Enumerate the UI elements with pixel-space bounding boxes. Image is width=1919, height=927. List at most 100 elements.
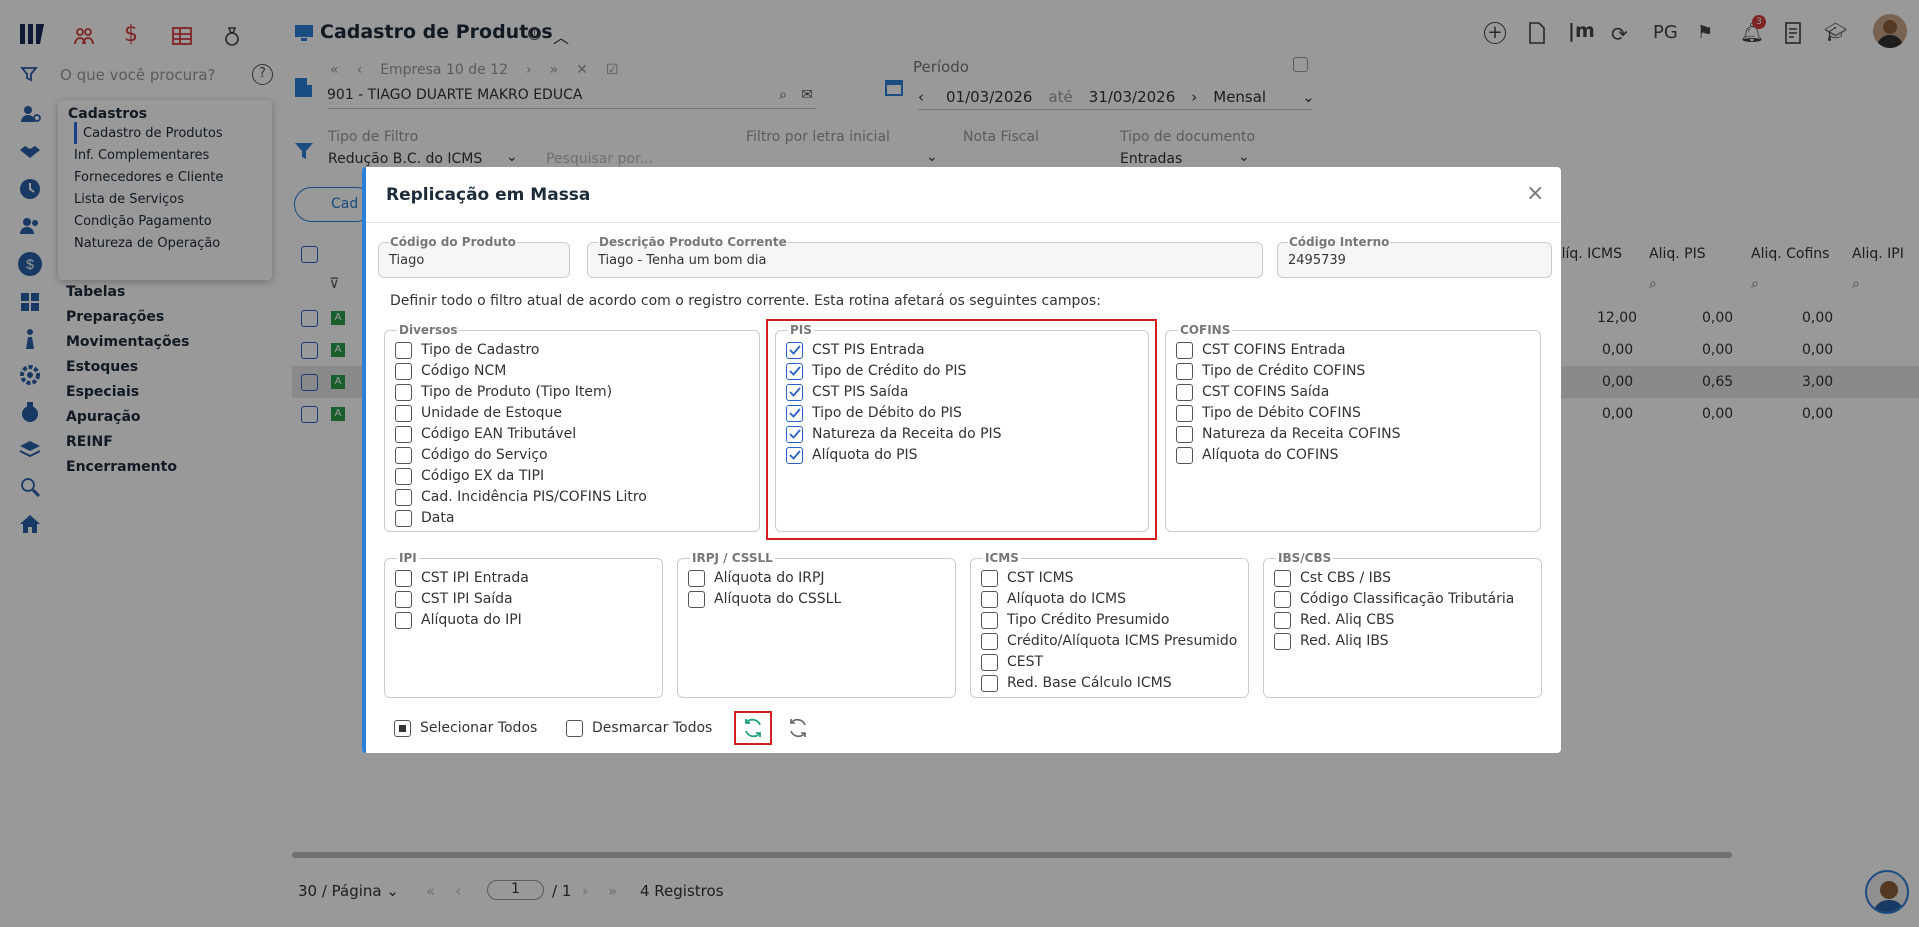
- checkbox-box[interactable]: [395, 383, 412, 401]
- checkbox-box[interactable]: [395, 509, 412, 527]
- checkbox-codigo-ncm[interactable]: Código NCM: [395, 361, 506, 381]
- codigo-produto-field[interactable]: Código do Produto Tiago: [378, 235, 570, 278]
- checkbox-codigo-servico[interactable]: Código do Serviço: [395, 445, 548, 465]
- checkbox-red-aliq-cbs[interactable]: Red. Aliq CBS: [1274, 610, 1394, 630]
- checkbox-box[interactable]: [1274, 569, 1291, 587]
- checkbox-aliquota-icms[interactable]: Alíquota do ICMS: [981, 589, 1126, 609]
- checkbox-box[interactable]: [395, 488, 412, 506]
- checkbox-cst-ipi-saida[interactable]: CST IPI Saída: [395, 589, 513, 609]
- checkbox-box[interactable]: [1176, 425, 1193, 443]
- close-icon[interactable]: ×: [1526, 181, 1544, 206]
- unselect-all-icon[interactable]: [566, 719, 583, 737]
- checkbox-box[interactable]: [688, 590, 705, 608]
- checkbox-natureza-receita-cofins[interactable]: Natureza da Receita COFINS: [1176, 424, 1401, 444]
- checkbox-tipo-credito-cofins[interactable]: Tipo de Crédito COFINS: [1176, 361, 1365, 381]
- checkbox-codigo-ean[interactable]: Código EAN Tributável: [395, 424, 576, 444]
- checkbox-cst-icms[interactable]: CST ICMS: [981, 568, 1074, 588]
- checkbox-cad-incidencia[interactable]: Cad. Incidência PIS/COFINS Litro: [395, 487, 647, 507]
- checkbox-tipo-produto[interactable]: Tipo de Produto (Tipo Item): [395, 382, 612, 402]
- checkbox-box[interactable]: [395, 446, 412, 464]
- checkbox-box[interactable]: [981, 569, 998, 587]
- codigo-produto-value: Tiago: [389, 253, 425, 268]
- codigo-interno-value: 2495739: [1288, 253, 1346, 268]
- checkbox-box[interactable]: [1176, 446, 1193, 464]
- checkbox-box[interactable]: [786, 446, 803, 464]
- checkbox-box[interactable]: [395, 425, 412, 443]
- checkbox-box[interactable]: [981, 590, 998, 608]
- checkbox-box[interactable]: [395, 404, 412, 422]
- checkbox-label: Cad. Incidência PIS/COFINS Litro: [421, 489, 647, 505]
- replicate-button[interactable]: [734, 711, 772, 745]
- checkbox-box[interactable]: [688, 569, 705, 587]
- select-all-icon[interactable]: [394, 719, 411, 737]
- checkbox-box[interactable]: [1176, 341, 1193, 359]
- checkbox-box[interactable]: [786, 404, 803, 422]
- checkbox-cst-cofins-entrada[interactable]: CST COFINS Entrada: [1176, 340, 1345, 360]
- checkbox-box[interactable]: [1274, 611, 1291, 629]
- checkbox-credito-aliquota-presumido[interactable]: Crédito/Alíquota ICMS Presumido: [981, 631, 1237, 651]
- descricao-produto-label: Descrição Produto Corrente: [598, 235, 788, 249]
- checkbox-cst-pis-entrada[interactable]: CST PIS Entrada: [786, 340, 925, 360]
- checkbox-box[interactable]: [395, 611, 412, 629]
- checkbox-aliquota-pis[interactable]: Alíquota do PIS: [786, 445, 918, 465]
- checkbox-box[interactable]: [395, 362, 412, 380]
- checkbox-tipo-credito-pis[interactable]: Tipo de Crédito do PIS: [786, 361, 966, 381]
- checkbox-tipo-cadastro[interactable]: Tipo de Cadastro: [395, 340, 539, 360]
- checkbox-codigo-ex-tipi[interactable]: Código EX da TIPI: [395, 466, 544, 486]
- checkbox-label: Código NCM: [421, 363, 507, 379]
- checkbox-aliquota-irpj[interactable]: Alíquota do IRPJ: [688, 568, 825, 588]
- checkbox-unidade-estoque[interactable]: Unidade de Estoque: [395, 403, 562, 423]
- checkbox-cest[interactable]: CEST: [981, 652, 1043, 672]
- checkbox-box[interactable]: [395, 569, 412, 587]
- checkbox-label: Data: [421, 510, 455, 526]
- checkbox-box[interactable]: [786, 341, 803, 359]
- unselect-all-button[interactable]: Desmarcar Todos: [566, 718, 712, 738]
- checkbox-label: Red. Aliq IBS: [1300, 633, 1389, 649]
- group-cofins: COFINS CST COFINS Entrada Tipo de Crédit…: [1165, 323, 1541, 532]
- checkbox-label: Crédito/Alíquota ICMS Presumido: [1007, 633, 1238, 649]
- checkbox-cst-pis-saida[interactable]: CST PIS Saída: [786, 382, 908, 402]
- group-icms: ICMS CST ICMS Alíquota do ICMS Tipo Créd…: [970, 551, 1249, 698]
- replicacao-modal: Replicação em Massa × Código do Produto …: [362, 167, 1561, 753]
- checkbox-box[interactable]: [395, 467, 412, 485]
- checkbox-tipo-debito-cofins[interactable]: Tipo de Débito COFINS: [1176, 403, 1361, 423]
- descricao-produto-field[interactable]: Descrição Produto Corrente Tiago - Tenha…: [587, 235, 1263, 278]
- checkbox-cst-ipi-entrada[interactable]: CST IPI Entrada: [395, 568, 529, 588]
- checkbox-red-aliq-ibs[interactable]: Red. Aliq IBS: [1274, 631, 1389, 651]
- checkbox-box[interactable]: [1176, 362, 1193, 380]
- reset-button[interactable]: [787, 717, 809, 739]
- checkbox-tipo-credito-presumido[interactable]: Tipo Crédito Presumido: [981, 610, 1169, 630]
- checkbox-label: CST IPI Entrada: [421, 570, 529, 586]
- checkbox-red-base-calculo-icms[interactable]: Red. Base Cálculo ICMS: [981, 673, 1172, 693]
- checkbox-box[interactable]: [1176, 404, 1193, 422]
- checkbox-codigo-classificacao[interactable]: Código Classificação Tributária: [1274, 589, 1514, 609]
- group-diversos-label: Diversos: [397, 323, 460, 337]
- checkbox-box[interactable]: [786, 362, 803, 380]
- checkbox-box[interactable]: [786, 383, 803, 401]
- checkbox-data[interactable]: Data: [395, 508, 454, 528]
- checkbox-box[interactable]: [1274, 632, 1291, 650]
- checkbox-label: Tipo de Débito do PIS: [812, 405, 962, 421]
- checkbox-aliquota-ipi[interactable]: Alíquota do IPI: [395, 610, 522, 630]
- checkbox-box[interactable]: [395, 590, 412, 608]
- checkbox-aliquota-cofins[interactable]: Alíquota do COFINS: [1176, 445, 1338, 465]
- checkbox-aliquota-csll[interactable]: Alíquota do CSSLL: [688, 589, 841, 609]
- checkbox-tipo-debito-pis[interactable]: Tipo de Débito do PIS: [786, 403, 962, 423]
- checkbox-box[interactable]: [981, 611, 998, 629]
- codigo-interno-field[interactable]: Código Interno 2495739: [1277, 235, 1552, 278]
- checkbox-label: Tipo de Crédito COFINS: [1202, 363, 1366, 379]
- checkbox-box[interactable]: [395, 341, 412, 359]
- checkbox-box[interactable]: [786, 425, 803, 443]
- checkbox-box[interactable]: [981, 674, 998, 692]
- codigo-produto-label: Código do Produto: [389, 235, 517, 249]
- checkbox-natureza-receita-pis[interactable]: Natureza da Receita do PIS: [786, 424, 1002, 444]
- unselect-all-label: Desmarcar Todos: [592, 720, 713, 736]
- checkbox-box[interactable]: [981, 632, 998, 650]
- select-all-button[interactable]: Selecionar Todos: [394, 718, 537, 738]
- checkbox-box[interactable]: [1176, 383, 1193, 401]
- checkbox-box[interactable]: [1274, 590, 1291, 608]
- checkbox-box[interactable]: [981, 653, 998, 671]
- checkbox-label: Natureza da Receita COFINS: [1202, 426, 1401, 442]
- checkbox-cst-cofins-saida[interactable]: CST COFINS Saída: [1176, 382, 1329, 402]
- checkbox-cst-cbs-ibs[interactable]: Cst CBS / IBS: [1274, 568, 1391, 588]
